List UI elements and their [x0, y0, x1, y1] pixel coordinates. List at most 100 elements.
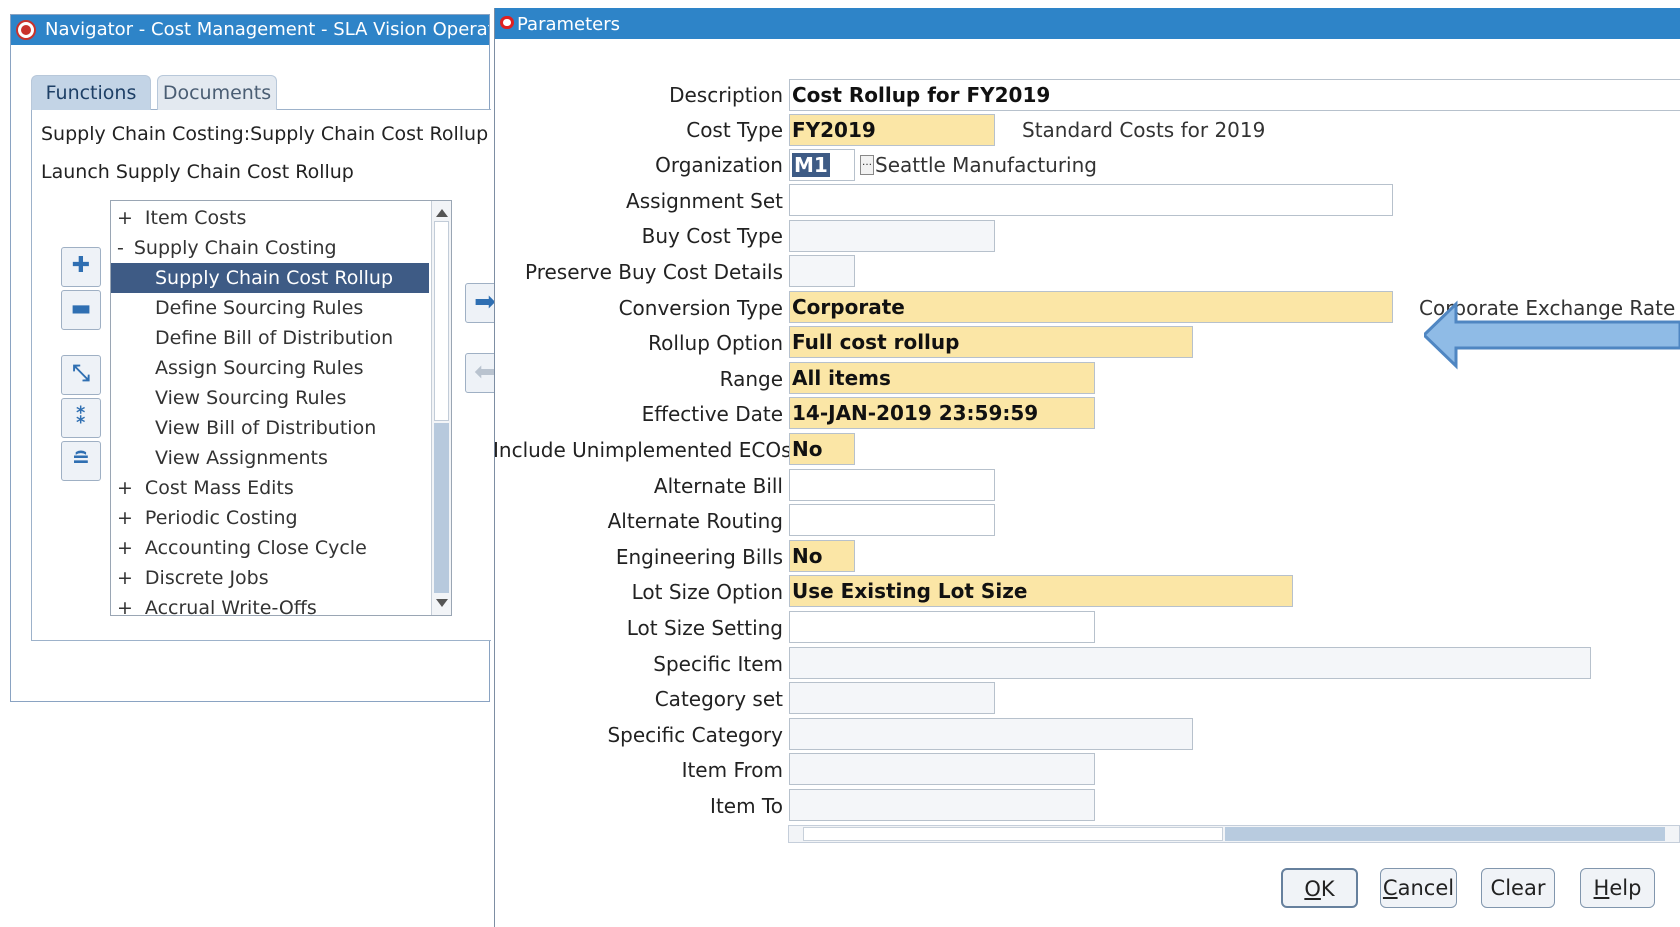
tree-item[interactable]: + Discrete Jobs — [111, 563, 429, 593]
lot-size-option-label: Lot Size Option — [631, 580, 783, 604]
ok-button[interactable]: OK — [1281, 868, 1358, 908]
effective-date-field[interactable]: 14-JAN-2019 23:59:59 — [789, 397, 1095, 429]
expand-node-icon[interactable]: + — [117, 207, 133, 229]
function-tree: + Accrual Write-Offs + Discrete Jobs + Accoun… — [110, 200, 452, 616]
organization-value: M1 — [792, 153, 830, 177]
collapse-all-button[interactable]: ≘ — [61, 441, 101, 481]
range-field[interactable]: All items — [789, 362, 1095, 394]
cancel-button[interactable]: Cancel — [1380, 868, 1457, 908]
cost-type-field[interactable]: FY2019 — [789, 114, 995, 146]
assignment-set-label: Assignment Set — [626, 189, 783, 213]
tree-item[interactable]: + Cost Mass Edits — [111, 473, 429, 503]
include-unimplemented-ecos-field[interactable]: No — [789, 433, 855, 465]
tree-item-label: Accrual Write-Offs — [144, 597, 317, 616]
organization-field[interactable]: M1 — [789, 149, 855, 181]
tree-item[interactable]: + Periodic Costing — [111, 503, 429, 533]
tree-item[interactable]: View Bill of Distribution — [111, 413, 429, 443]
tree-item-label: Supply Chain Costing — [133, 237, 337, 259]
tab-functions[interactable]: Functions — [31, 75, 151, 110]
tree-item-label: Periodic Costing — [144, 507, 298, 529]
ok-label: K — [1320, 877, 1335, 901]
parameters-window: Parameters Description Cost Rollup for F… — [493, 8, 1680, 927]
rollup-option-field[interactable]: Full cost rollup — [789, 326, 1193, 358]
organization-description: Seattle Manufacturing — [875, 153, 1097, 177]
preserve-buy-cost-details-label: Preserve Buy Cost Details — [525, 260, 783, 284]
tree-item[interactable]: Define Bill of Distribution — [111, 323, 429, 353]
horizontal-scroll-thumb[interactable] — [803, 827, 1223, 841]
tree-item[interactable]: + Accrual Write-Offs — [111, 593, 429, 616]
preserve-buy-cost-details-field[interactable] — [789, 255, 855, 287]
rollup-option-label: Rollup Option — [648, 331, 783, 355]
tree-item-label: Item Costs — [144, 207, 247, 229]
expand-all-icon: ⁑ — [75, 404, 87, 429]
cost-type-description: Standard Costs for 2019 — [1022, 118, 1266, 142]
lov-icon[interactable]: … — [860, 155, 874, 175]
expand-branch-button[interactable]: ⤡ — [61, 355, 101, 395]
range-label: Range — [719, 367, 783, 391]
clear-button[interactable]: Clear — [1481, 868, 1555, 908]
oracle-o-icon — [500, 16, 514, 29]
tree-item[interactable]: View Sourcing Rules — [111, 383, 429, 413]
expand-node-icon[interactable]: + — [117, 597, 133, 615]
item-to-field[interactable] — [789, 789, 1095, 821]
expand-button[interactable]: ✚ — [61, 247, 101, 287]
parameters-title-bar[interactable]: Parameters — [495, 8, 1680, 39]
scroll-down-icon[interactable] — [436, 599, 448, 607]
tree-item[interactable]: + Item Costs — [111, 203, 429, 233]
tree-scrollbar[interactable] — [431, 201, 451, 615]
help-label: elp — [1609, 876, 1642, 900]
specific-item-label: Specific Item — [653, 652, 783, 676]
parameters-title: Parameters — [517, 14, 621, 35]
expand-node-icon[interactable]: + — [117, 537, 133, 559]
description-field[interactable]: Cost Rollup for FY2019 — [789, 79, 1680, 111]
tree-item-label: Discrete Jobs — [144, 567, 269, 589]
alternate-bill-field[interactable] — [789, 469, 995, 501]
horizontal-scroll-track[interactable] — [1225, 827, 1665, 841]
navigator-window: Navigator - Cost Management - SLA Vision… — [10, 14, 505, 702]
cost-type-label: Cost Type — [686, 118, 783, 142]
buy-cost-type-field[interactable] — [789, 220, 995, 252]
tree-item[interactable]: + Accounting Close Cycle — [111, 533, 429, 563]
launch-text: Launch Supply Chain Cost Rollup — [41, 161, 354, 183]
lot-size-option-field[interactable]: Use Existing Lot Size — [789, 575, 1293, 607]
scroll-track[interactable] — [434, 423, 449, 593]
parameters-horizontal-scrollbar[interactable] — [788, 825, 1680, 843]
alternate-routing-field[interactable] — [789, 504, 995, 536]
tree-item-label: Cost Mass Edits — [144, 477, 294, 499]
engineering-bills-field[interactable]: No — [789, 540, 855, 572]
engineering-bills-label: Engineering Bills — [615, 545, 783, 569]
cancel-label: ancel — [1397, 876, 1455, 900]
tree-item-label: Assign Sourcing Rules — [155, 357, 364, 379]
expand-branch-icon: ⤡ — [72, 361, 90, 386]
help-button[interactable]: Help — [1580, 868, 1655, 908]
assignment-set-field[interactable] — [789, 184, 1393, 216]
buy-cost-type-label: Buy Cost Type — [641, 224, 783, 248]
tree-item[interactable]: Assign Sourcing Rules — [111, 353, 429, 383]
collapse-button[interactable]: ▬ — [61, 290, 101, 330]
specific-item-field[interactable] — [789, 647, 1591, 679]
expand-all-button[interactable]: ⁑ — [61, 398, 101, 438]
collapse-node-icon[interactable]: - — [117, 237, 124, 259]
navigator-title-bar[interactable]: Navigator - Cost Management - SLA Vision… — [11, 15, 489, 45]
expand-node-icon[interactable]: + — [117, 567, 133, 589]
tree-item[interactable]: - Supply Chain Costing — [111, 233, 429, 263]
expand-node-icon[interactable]: + — [117, 477, 133, 499]
tab-documents[interactable]: Documents — [157, 75, 277, 110]
scroll-up-icon[interactable] — [436, 209, 448, 217]
tree-item-label: Define Sourcing Rules — [155, 297, 364, 319]
expand-node-icon[interactable]: + — [117, 507, 133, 529]
conversion-type-field[interactable]: Corporate — [789, 291, 1393, 323]
organization-label: Organization — [655, 153, 783, 177]
scroll-thumb[interactable] — [434, 221, 449, 421]
tree-item[interactable]: View Assignments — [111, 443, 429, 473]
item-from-field[interactable] — [789, 753, 1095, 785]
tree-item[interactable]: Supply Chain Cost Rollup — [111, 263, 429, 293]
specific-category-field[interactable] — [789, 718, 1193, 750]
tree-item[interactable]: Define Sourcing Rules — [111, 293, 429, 323]
tree-item-label: View Bill of Distribution — [155, 417, 377, 439]
collapse-icon: ▬ — [70, 296, 92, 321]
collapse-all-icon: ≘ — [71, 447, 91, 472]
category-set-label: Category set — [654, 687, 783, 711]
category-set-field[interactable] — [789, 682, 995, 714]
lot-size-setting-field[interactable] — [789, 611, 1095, 643]
